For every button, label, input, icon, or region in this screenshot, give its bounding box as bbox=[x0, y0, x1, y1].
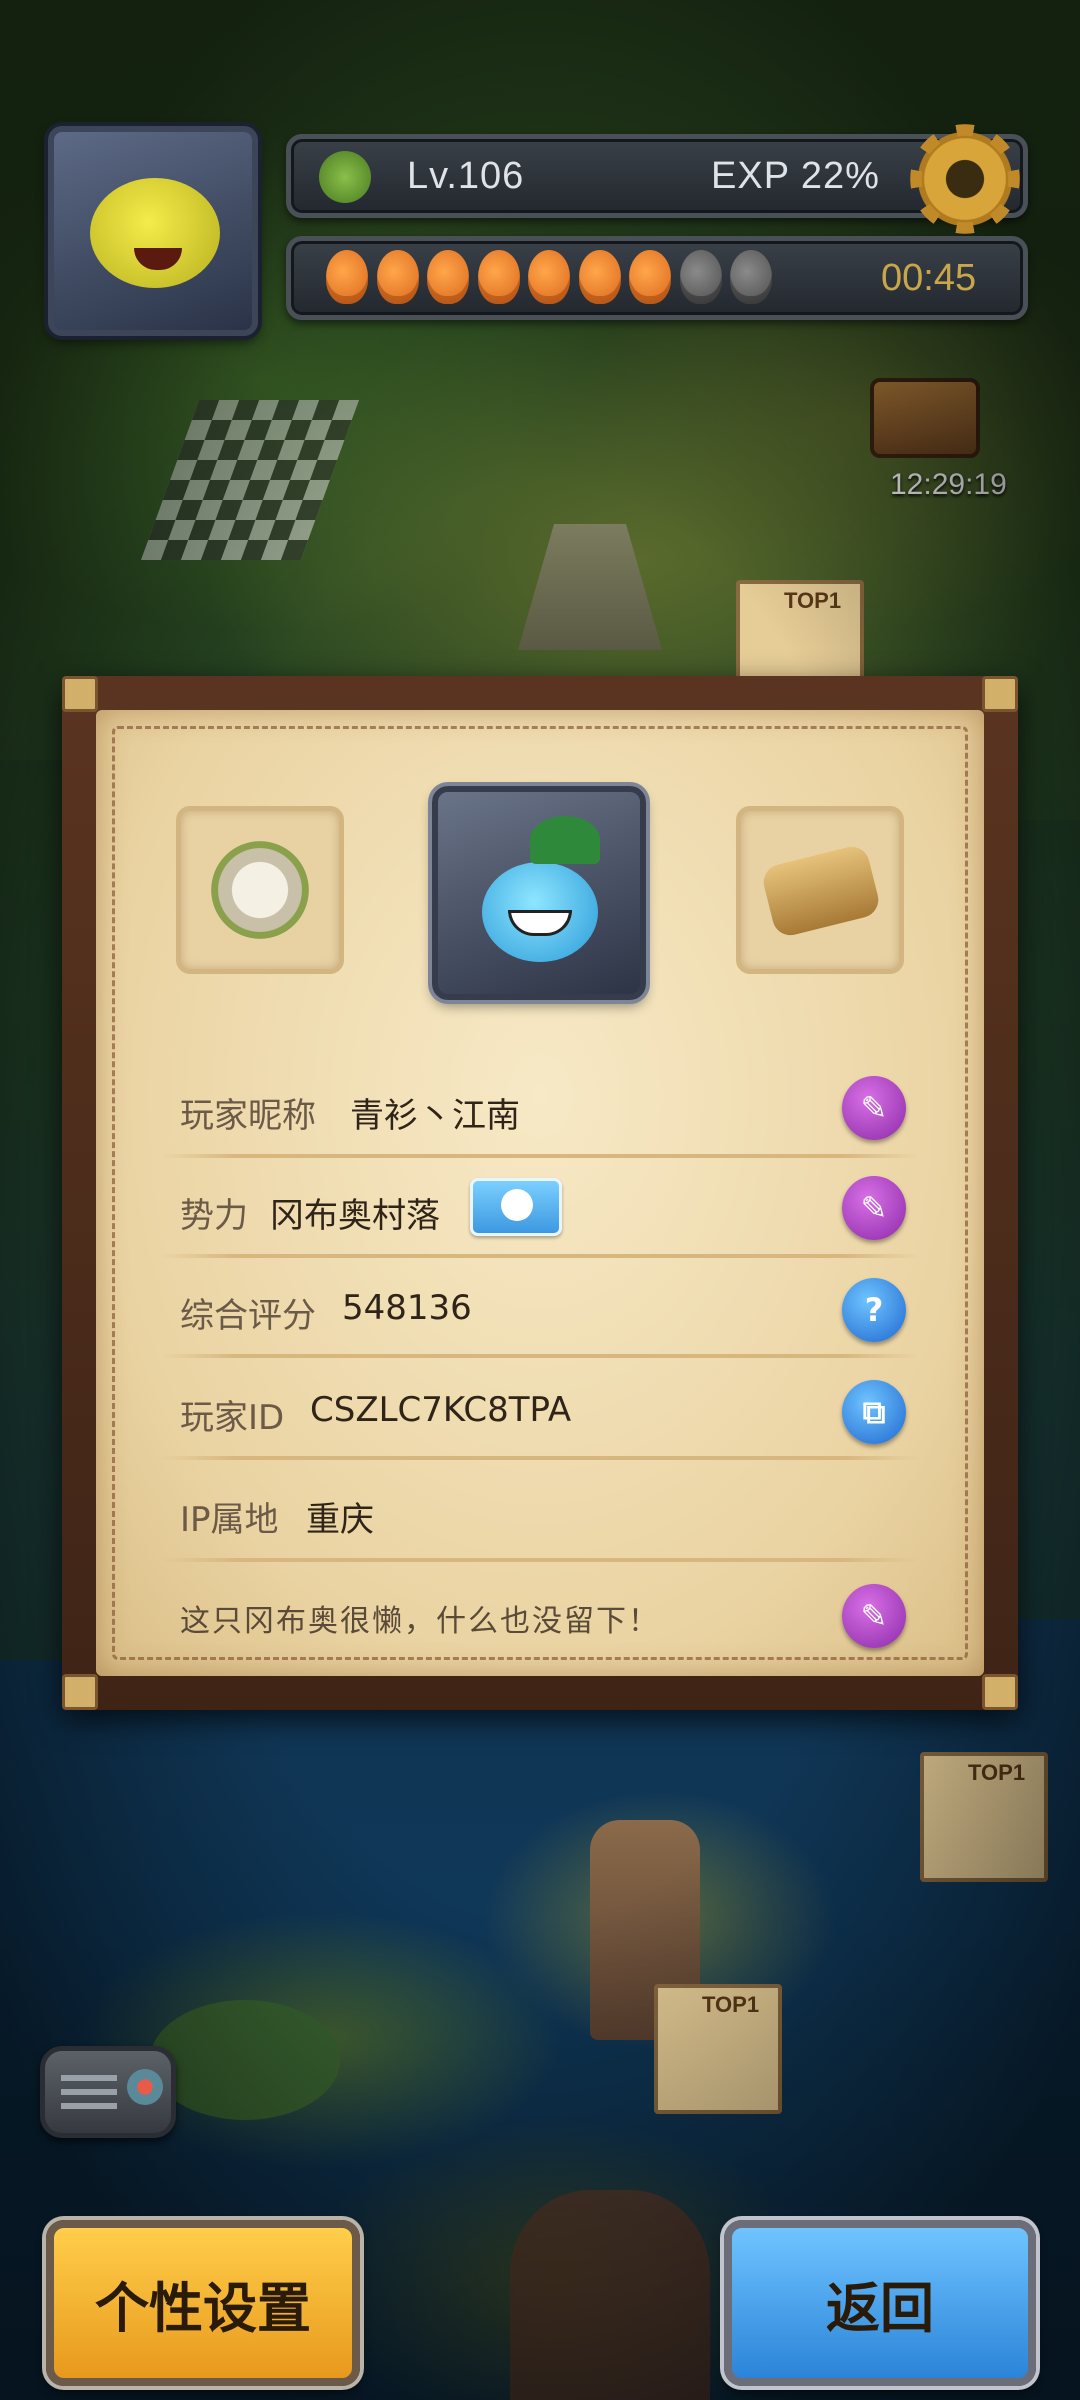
portrait-character-icon bbox=[482, 862, 598, 962]
rank-badge-label: TOP1 bbox=[968, 1760, 1026, 1785]
profile-row-nickname: 玩家昵称 青衫丶江南 ✎ bbox=[120, 1062, 960, 1158]
edit-faction-pencil-icon[interactable]: ✎ bbox=[842, 1176, 906, 1240]
level-text: Lv.106 bbox=[407, 155, 525, 197]
panel-corner bbox=[982, 676, 1018, 712]
carrot-full-icon bbox=[528, 250, 570, 304]
scroll-slot[interactable] bbox=[736, 806, 904, 974]
panel-corner bbox=[62, 676, 98, 712]
treasure-chest-icon[interactable] bbox=[870, 378, 980, 458]
profile-row-score: 综合评分 548136 ? bbox=[120, 1262, 960, 1358]
profile-row-faction: 势力 冈布奥村落 ✎ bbox=[120, 1162, 960, 1258]
winged-emblem-icon bbox=[211, 841, 309, 939]
faction-label: 势力 bbox=[180, 1196, 248, 1236]
player-id-label: 玩家ID bbox=[180, 1398, 285, 1438]
settings-gear-icon[interactable] bbox=[910, 124, 1020, 234]
achievement-slot[interactable] bbox=[176, 806, 344, 974]
stamina-timer: 00:45 bbox=[881, 257, 977, 299]
score-value: 548136 bbox=[342, 1288, 472, 1328]
exp-text: EXP 22% bbox=[711, 155, 880, 197]
rank-badge-island[interactable]: TOP1 bbox=[654, 1984, 782, 2114]
carrot-full-icon bbox=[477, 250, 520, 304]
carrot-full-icon bbox=[376, 250, 419, 304]
edit-motto-pencil-icon[interactable]: ✎ bbox=[842, 1584, 906, 1648]
carrot-full-icon bbox=[326, 250, 368, 304]
profile-row-ip: IP属地 重庆 bbox=[120, 1466, 960, 1562]
player-id-value: CSZLC7KC8TPA bbox=[310, 1390, 572, 1430]
rank-badge-right[interactable]: TOP1 bbox=[920, 1752, 1048, 1882]
avatar-character-icon bbox=[90, 178, 220, 288]
score-help-question-icon[interactable]: ? bbox=[842, 1278, 906, 1342]
ip-label: IP属地 bbox=[180, 1500, 279, 1540]
player-portrait[interactable] bbox=[432, 786, 646, 1000]
level-tree-icon bbox=[319, 151, 371, 203]
radio-icon[interactable] bbox=[40, 2046, 176, 2138]
rank-badge-label: TOP1 bbox=[702, 1992, 760, 2017]
rank-badge-label: TOP1 bbox=[784, 588, 842, 613]
faction-value: 冈布奥村落 bbox=[270, 1196, 440, 1236]
profile-row-motto: 这只冈布奥很懒，什么也没留下！ ✎ bbox=[120, 1566, 960, 1662]
carrot-full-icon bbox=[578, 250, 621, 304]
carrot-full-icon bbox=[427, 250, 469, 304]
score-label: 综合评分 bbox=[180, 1296, 316, 1336]
edit-nickname-pencil-icon[interactable]: ✎ bbox=[842, 1076, 906, 1140]
faction-badge-icon[interactable] bbox=[470, 1178, 562, 1236]
motto-text: 这只冈布奥很懒，什么也没留下！ bbox=[180, 1604, 660, 1639]
chest-timer: 12:29:19 bbox=[890, 468, 1007, 501]
portrait-hat-icon bbox=[530, 816, 600, 864]
carrot-full-icon bbox=[629, 250, 671, 304]
panel-corner bbox=[982, 1674, 1018, 1710]
scroll-icon bbox=[759, 843, 883, 939]
back-button[interactable]: 返回 bbox=[724, 2220, 1036, 2386]
carrot-empty-icon bbox=[679, 250, 722, 304]
panel-corner bbox=[62, 1674, 98, 1710]
copy-id-icon[interactable]: ⧉ bbox=[842, 1380, 906, 1444]
nickname-value: 青衫丶江南 bbox=[350, 1096, 520, 1136]
carrot-empty-icon bbox=[730, 250, 772, 304]
ip-value: 重庆 bbox=[306, 1500, 374, 1540]
player-avatar[interactable] bbox=[48, 126, 258, 336]
personalize-button[interactable]: 个性设置 bbox=[46, 2220, 360, 2386]
profile-row-player-id: 玩家ID CSZLC7KC8TPA ⧉ bbox=[120, 1364, 960, 1460]
nickname-label: 玩家昵称 bbox=[180, 1096, 316, 1136]
